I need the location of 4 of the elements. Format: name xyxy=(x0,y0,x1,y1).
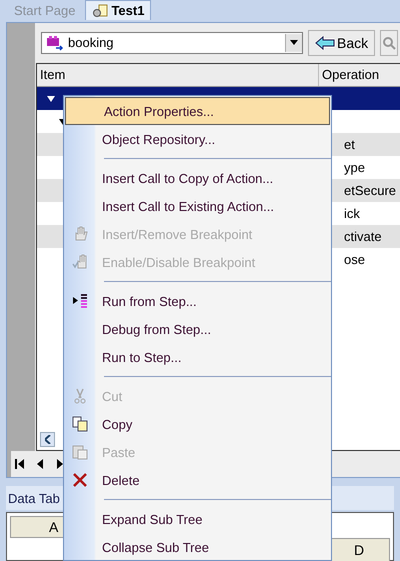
operation-cell-text: ctivate xyxy=(343,228,383,244)
operation-cell-text: etSecure xyxy=(343,182,398,198)
combo-value: booking xyxy=(68,35,115,50)
operation-cell-text: et xyxy=(343,136,356,152)
